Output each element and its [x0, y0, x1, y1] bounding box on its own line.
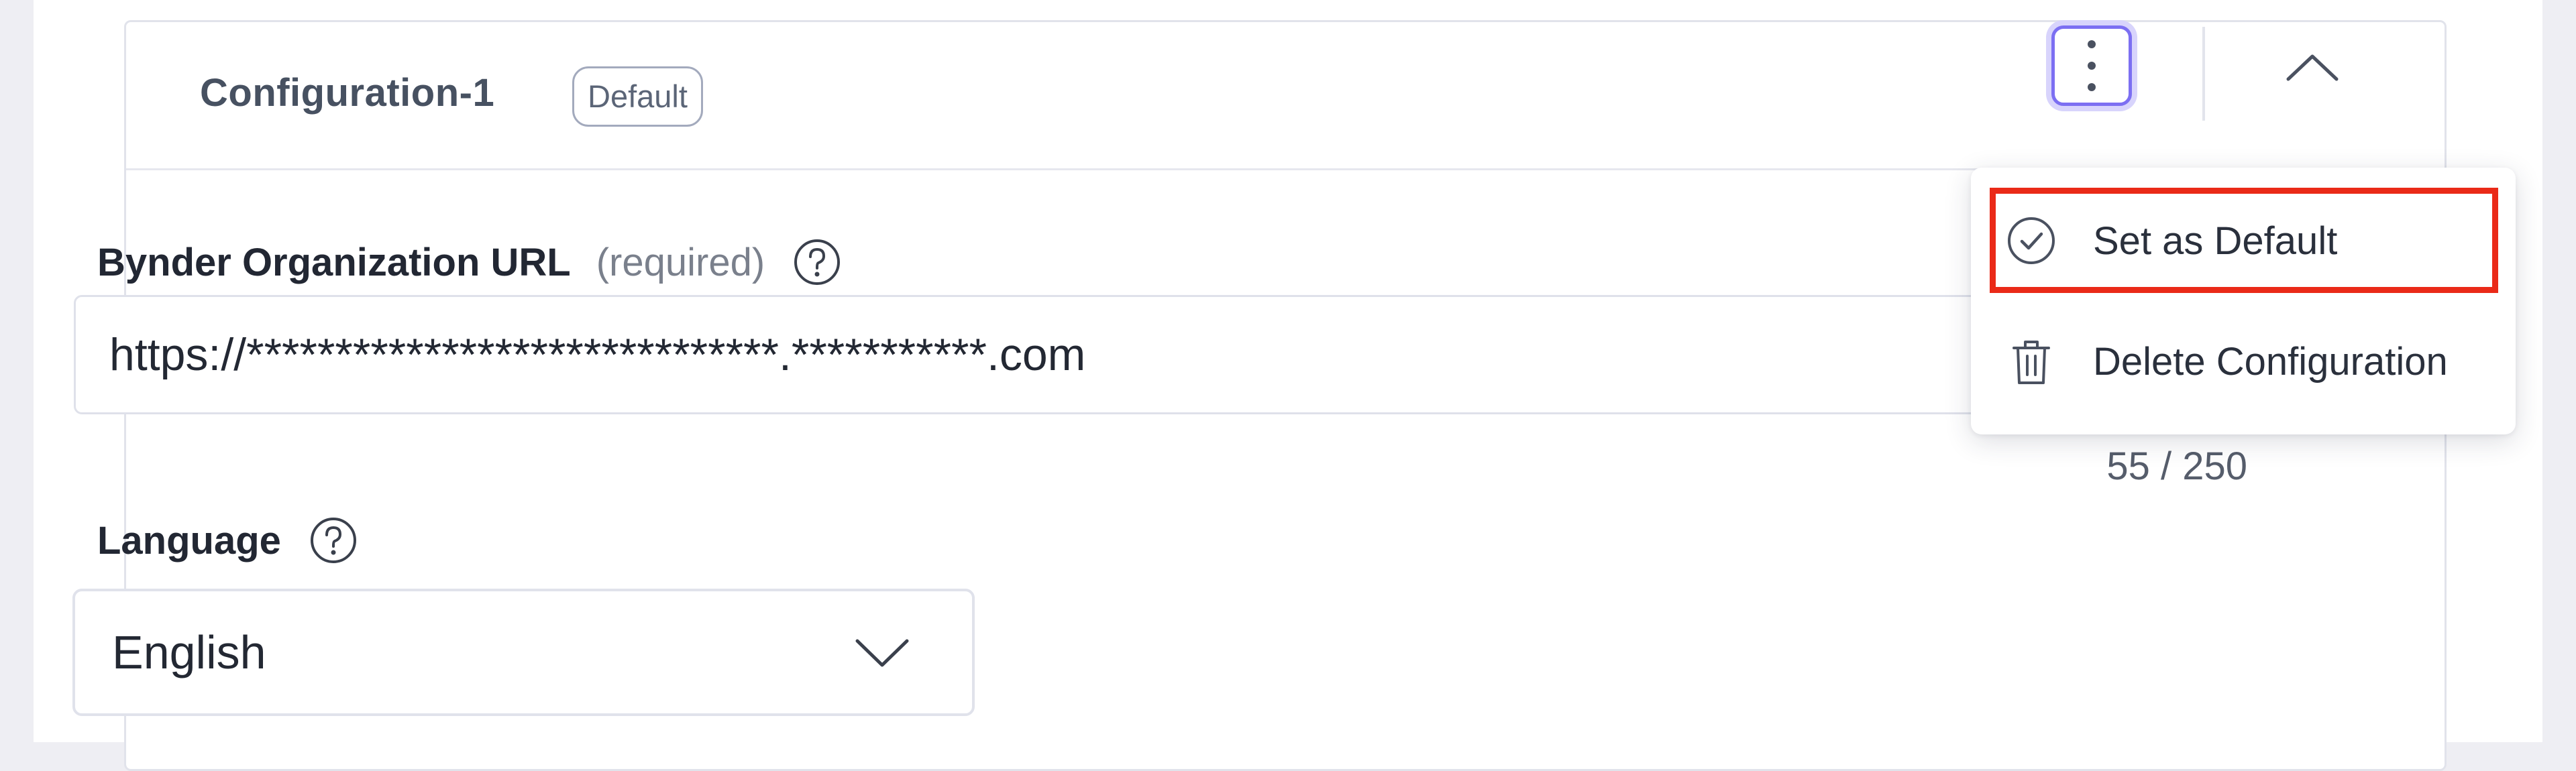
language-field-label: Language	[97, 518, 281, 562]
header-divider	[2202, 27, 2205, 121]
question-circle-icon[interactable]	[309, 516, 358, 565]
check-circle-icon	[2004, 214, 2058, 268]
menu-item-label: Set as Default	[2093, 219, 2338, 263]
language-selected-value: English	[112, 626, 266, 678]
required-indicator: (required)	[596, 240, 765, 284]
url-field-label-row: Bynder Organization URL (required)	[97, 238, 841, 286]
configuration-title: Configuration-1	[200, 71, 495, 115]
trash-icon	[2004, 335, 2058, 388]
character-count: 55 / 250	[2106, 444, 2247, 488]
collapse-button[interactable]	[2282, 47, 2343, 87]
language-select[interactable]: English	[72, 589, 975, 716]
bynder-url-input[interactable]: https://******************************.*…	[74, 295, 2019, 414]
chevron-up-icon	[2286, 54, 2339, 81]
url-field-label: Bynder Organization URL	[97, 240, 571, 284]
menu-item-set-as-default[interactable]: Set as Default	[1971, 190, 2516, 291]
question-circle-icon[interactable]	[793, 238, 841, 286]
kebab-vertical-icon	[2088, 40, 2096, 91]
chevron-down-icon	[855, 639, 909, 667]
language-field-label-row: Language	[97, 516, 358, 565]
default-badge: Default	[572, 66, 703, 127]
menu-item-label: Delete Configuration	[2093, 339, 2448, 383]
more-options-button[interactable]	[2051, 25, 2132, 106]
options-dropdown-menu: Set as Default Delete Configuration	[1971, 168, 2516, 434]
menu-item-delete-configuration[interactable]: Delete Configuration	[1971, 311, 2516, 412]
